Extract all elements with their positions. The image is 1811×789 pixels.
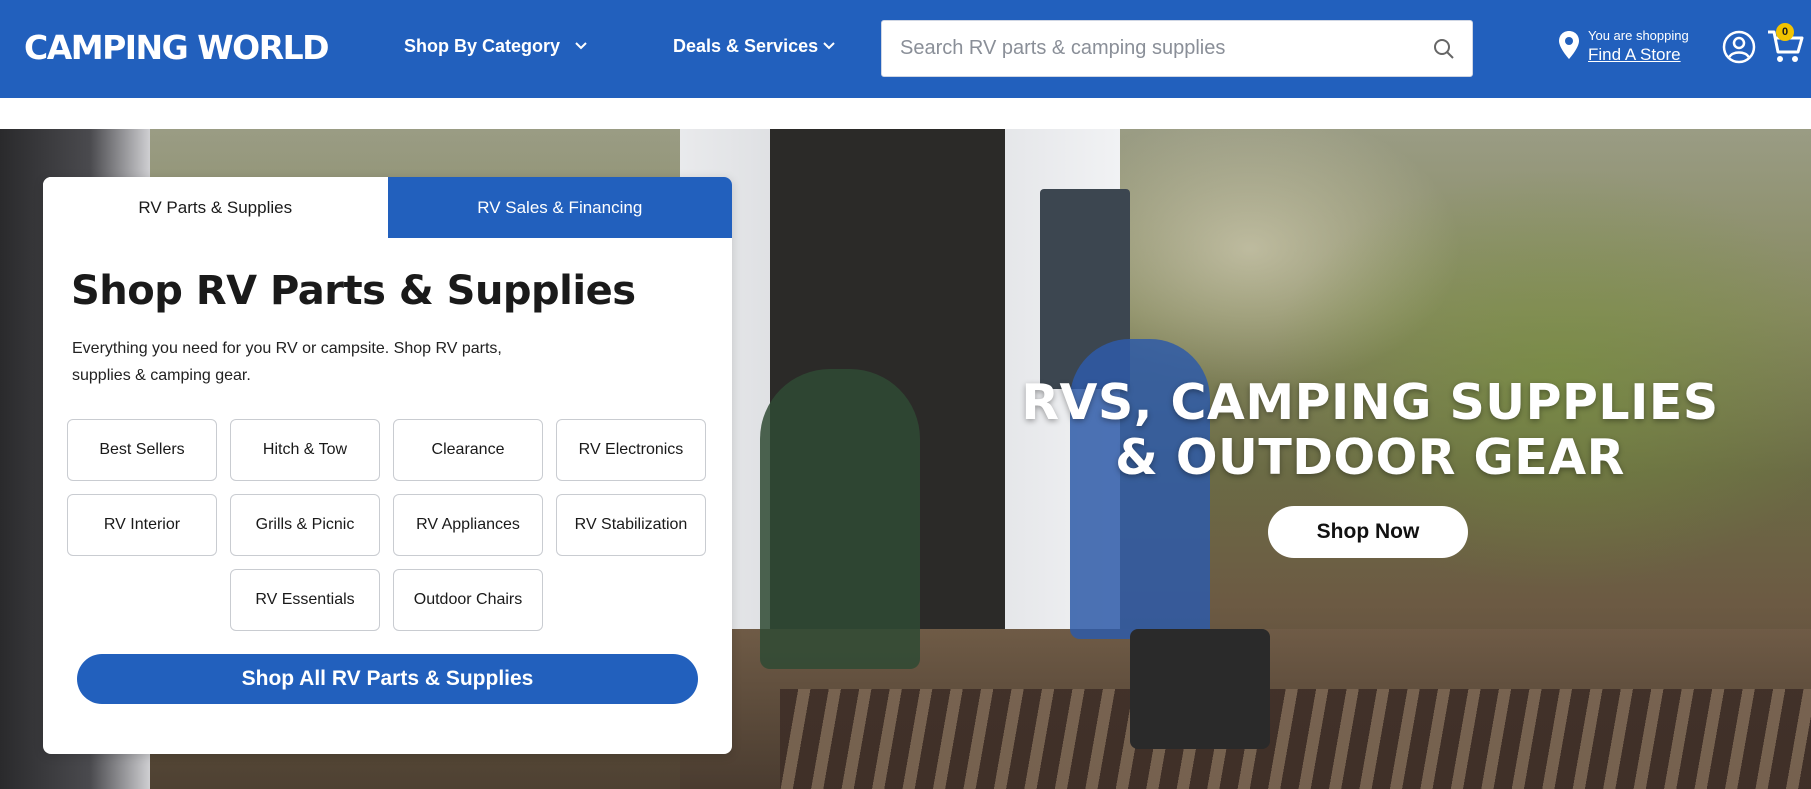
hero-title: RVS, CAMPING SUPPLIES & OUTDOOR GEAR (1010, 375, 1730, 485)
category-chip-rv-essentials[interactable]: RV Essentials (230, 569, 380, 631)
hero-title-line-1: RVS, CAMPING SUPPLIES (1021, 374, 1719, 431)
location-pin-icon (1558, 30, 1580, 65)
card-description: Everything you need for you RV or campsi… (72, 335, 552, 389)
chevron-down-icon (574, 34, 588, 58)
category-chip-rv-appliances[interactable]: RV Appliances (393, 494, 543, 556)
shop-now-button[interactable]: Shop Now (1268, 506, 1468, 558)
hero-photo-rug (780, 689, 1811, 789)
nav-deals-services-label: Deals & Services (673, 36, 819, 56)
card-heading: Shop RV Parts & Supplies (71, 268, 636, 314)
category-chip-rv-stabilization[interactable]: RV Stabilization (556, 494, 706, 556)
category-chip-best-sellers[interactable]: Best Sellers (67, 419, 217, 481)
category-chip-outdoor-chairs[interactable]: Outdoor Chairs (393, 569, 543, 631)
search-input[interactable] (882, 21, 1416, 76)
category-chip-grills-picnic[interactable]: Grills & Picnic (230, 494, 380, 556)
search-icon[interactable] (1416, 21, 1472, 76)
card-tabs: RV Parts & Supplies RV Sales & Financing (43, 177, 732, 238)
cart-count-badge: 0 (1776, 23, 1794, 41)
site-header: CAMPING WORLD Shop By Category Deals & S… (0, 0, 1811, 98)
category-chip-clearance[interactable]: Clearance (393, 419, 543, 481)
nav-deals-services[interactable]: Deals & Services (673, 34, 836, 58)
search-bar (881, 20, 1473, 77)
nav-shop-by-category-label: Shop By Category (404, 36, 561, 56)
hero-photo-firepit (1130, 629, 1270, 749)
store-locator: You are shopping Find A Store (1558, 28, 1689, 66)
card-description-line-1: Everything you need for you RV or campsi… (72, 340, 502, 357)
store-prompt: You are shopping (1588, 28, 1689, 43)
hero-photo-person-left (760, 369, 920, 669)
find-a-store-link[interactable]: Find A Store (1588, 44, 1689, 66)
category-chip-hitch-tow[interactable]: Hitch & Tow (230, 419, 380, 481)
category-chip-rv-electronics[interactable]: RV Electronics (556, 419, 706, 481)
hero-title-line-2: & OUTDOOR GEAR (1115, 429, 1625, 486)
shop-all-rv-parts-button[interactable]: Shop All RV Parts & Supplies (77, 654, 698, 704)
rv-parts-card: RV Parts & Supplies RV Sales & Financing… (43, 177, 732, 754)
tab-rv-sales-financing[interactable]: RV Sales & Financing (387, 177, 732, 238)
nav-shop-by-category[interactable]: Shop By Category (404, 34, 588, 58)
account-icon[interactable] (1722, 30, 1756, 64)
tab-rv-parts-supplies[interactable]: RV Parts & Supplies (43, 177, 388, 238)
card-description-line-2: supplies & camping gear. (72, 367, 251, 384)
camping-world-logo[interactable]: CAMPING WORLD (24, 28, 330, 68)
chevron-down-icon (822, 34, 836, 58)
category-chip-rv-interior[interactable]: RV Interior (67, 494, 217, 556)
